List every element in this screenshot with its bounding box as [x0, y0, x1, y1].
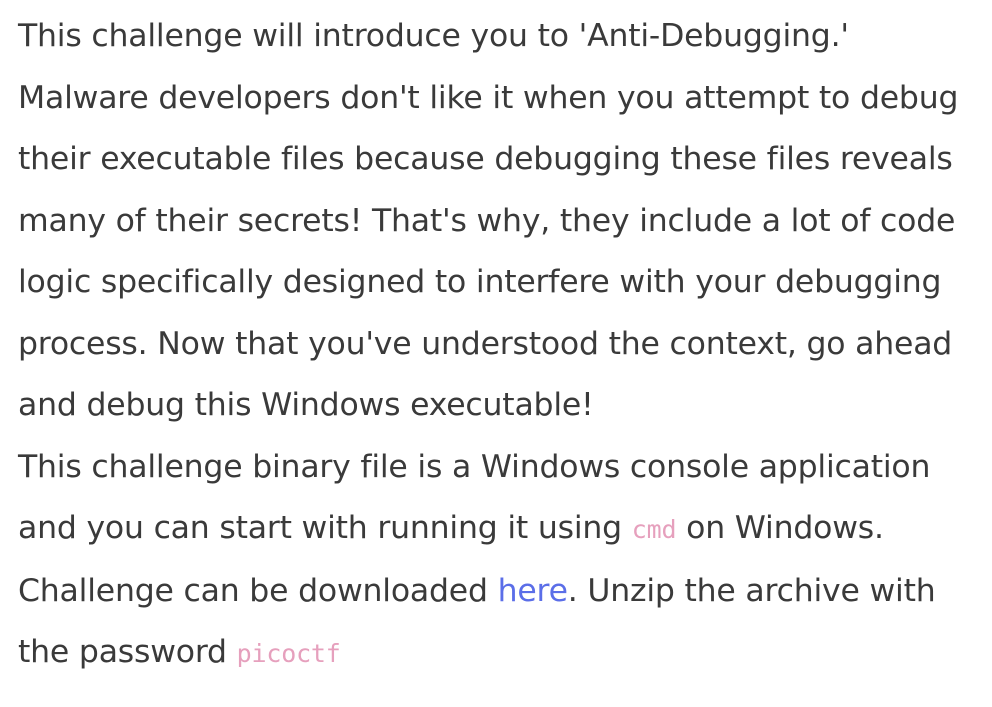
- intro-text: This challenge will introduce you to 'An…: [18, 18, 959, 423]
- cmd-code: cmd: [631, 515, 677, 544]
- challenge-description: This challenge will introduce you to 'An…: [18, 6, 978, 685]
- password-code: picoctf: [236, 639, 341, 668]
- run-suffix-text: on Windows.: [676, 510, 884, 546]
- download-link[interactable]: here: [498, 573, 568, 609]
- intro-paragraph: This challenge will introduce you to 'An…: [18, 6, 978, 437]
- instructions-paragraph: This challenge binary file is a Windows …: [18, 437, 978, 685]
- download-text: Challenge can be downloaded: [18, 572, 498, 609]
